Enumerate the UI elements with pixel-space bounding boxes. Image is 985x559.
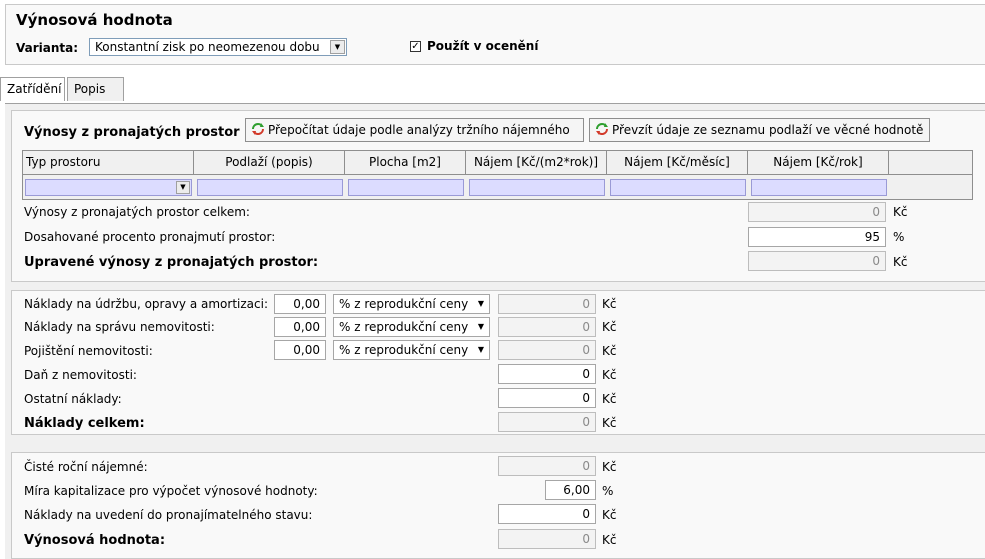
adjusted-income-value: 0 (748, 251, 886, 271)
chevron-down-icon[interactable]: ▼ (474, 343, 488, 357)
insurance-label: Pojištění nemovitosti: (24, 344, 153, 358)
cap-rate-label: Míra kapitalizace pro výpočet výnosové h… (24, 484, 318, 498)
maintenance-cost-value: 0 (498, 294, 596, 314)
unit-czk: Kč (602, 297, 617, 311)
insurance-value: 0 (498, 340, 596, 360)
refresh-icon (252, 123, 264, 135)
chevron-down-icon[interactable]: ▼ (176, 181, 190, 194)
unit-percent: % (893, 230, 905, 244)
income-value-label: Výnosová hodnota: (24, 533, 166, 548)
occupancy-label: Dosahované procento pronajmutí prostor: (24, 230, 276, 244)
variant-value: Konstantní zisk po neomezenou dobu (95, 40, 320, 54)
maintenance-cost-basis-select[interactable]: % z reprodukční ceny ▼ (333, 294, 490, 314)
unit-czk: Kč (893, 205, 908, 219)
unit-czk: Kč (602, 460, 617, 474)
adjusted-income-label: Upravené výnosy z pronajatých prostor: (24, 255, 319, 270)
chevron-down-icon[interactable]: ▼ (474, 297, 488, 311)
use-in-valuation-checkbox[interactable]: ✓ (410, 41, 421, 52)
rent-per-month-input[interactable] (610, 179, 746, 196)
costs-total-value: 0 (498, 412, 596, 432)
costs-total-label: Náklady celkem: (24, 416, 145, 431)
maintenance-cost-label: Náklady na údržbu, opravy a amortizaci: (24, 297, 268, 311)
insurance-basis-value: % z reprodukční ceny (339, 343, 469, 357)
refresh-icon (596, 123, 608, 135)
income-section-title: Výnosy z pronajatých prostor (24, 125, 240, 140)
other-costs-input[interactable]: 0 (498, 388, 596, 408)
management-cost-value: 0 (498, 317, 596, 337)
rent-per-m2-year-input[interactable] (469, 179, 605, 196)
column-header-floor[interactable]: Podlaží (popis) (194, 151, 345, 174)
use-in-valuation-label: Použít v ocenění (427, 39, 539, 53)
property-tax-label: Daň z nemovitosti: (24, 368, 137, 382)
column-header-rent-per-m2-year[interactable]: Nájem [Kč/(m2*rok)] (466, 151, 607, 174)
column-header-rent-per-month[interactable]: Nájem [Kč/měsíc] (607, 151, 748, 174)
occupancy-input[interactable]: 95 (748, 227, 886, 247)
area-input[interactable] (348, 179, 464, 196)
income-total-value: 0 (748, 202, 886, 222)
unit-czk: Kč (893, 255, 908, 269)
cap-rate-input[interactable]: 6,00 (545, 480, 596, 500)
tab-classification[interactable]: Zatřídění (0, 77, 65, 101)
recalculate-button[interactable]: Přepočítat údaje podle analýzy tržního n… (245, 118, 584, 142)
net-rent-value: 0 (498, 456, 596, 476)
rent-per-year-input[interactable] (751, 179, 887, 196)
property-tax-input[interactable]: 0 (498, 364, 596, 384)
insurance-pct-input[interactable]: 0,00 (274, 340, 326, 360)
management-cost-basis-select[interactable]: % z reprodukční ceny ▼ (333, 317, 490, 337)
unit-czk: Kč (602, 344, 617, 358)
unit-percent: % (602, 484, 614, 498)
unit-czk: Kč (602, 320, 617, 334)
chevron-down-icon[interactable]: ▼ (474, 320, 488, 334)
floor-input[interactable] (197, 179, 343, 196)
space-type-dropdown[interactable]: ▼ (25, 179, 192, 196)
preparation-cost-input[interactable]: 0 (498, 504, 596, 524)
unit-czk: Kč (602, 508, 617, 522)
unit-czk: Kč (602, 533, 617, 547)
preparation-cost-label: Náklady na uvedení do pronajímatelného s… (24, 508, 313, 522)
recalculate-button-label: Přepočítat údaje podle analýzy tržního n… (268, 123, 570, 137)
column-header-area[interactable]: Plocha [m2] (345, 151, 466, 174)
chevron-down-icon[interactable]: ▼ (330, 40, 345, 54)
page-title: Výnosová hodnota (16, 11, 173, 29)
net-rent-label: Čisté roční nájemné: (24, 460, 148, 474)
unit-czk: Kč (602, 416, 617, 430)
maintenance-cost-basis-value: % z reprodukční ceny (339, 297, 469, 311)
variant-select[interactable]: Konstantní zisk po neomezenou dobu ▼ (89, 38, 347, 56)
maintenance-cost-pct-input[interactable]: 0,00 (274, 294, 326, 314)
other-costs-label: Ostatní náklady: (24, 392, 122, 406)
column-header-rent-per-year[interactable]: Nájem [Kč/rok] (748, 151, 889, 174)
table-header-divider (23, 174, 972, 175)
income-total-label: Výnosy z pronajatých prostor celkem: (24, 205, 250, 219)
unit-czk: Kč (602, 392, 617, 406)
take-from-floors-button[interactable]: Převzít údaje ze seznamu podlaží ve věcn… (589, 118, 930, 142)
income-value-value: 0 (498, 529, 596, 549)
column-header-space-type[interactable]: Typ prostoru (23, 151, 194, 174)
tab-description[interactable]: Popis (67, 77, 124, 101)
management-cost-pct-input[interactable]: 0,00 (274, 317, 326, 337)
insurance-basis-select[interactable]: % z reprodukční ceny ▼ (333, 340, 490, 360)
variant-label: Varianta: (16, 41, 79, 55)
management-cost-basis-value: % z reprodukční ceny (339, 320, 469, 334)
take-from-floors-button-label: Převzít údaje ze seznamu podlaží ve věcn… (612, 123, 924, 137)
unit-czk: Kč (602, 368, 617, 382)
management-cost-label: Náklady na správu nemovitosti: (24, 320, 215, 334)
